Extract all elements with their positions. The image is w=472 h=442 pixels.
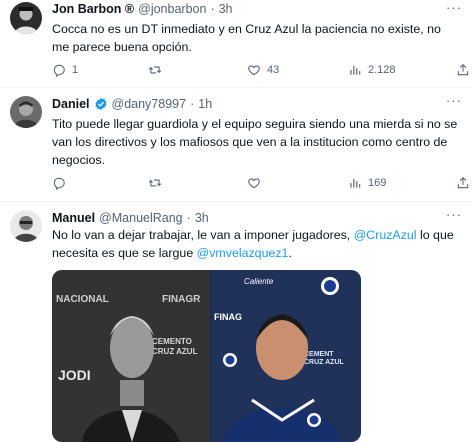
tweet[interactable]: Manuel @ManuelRang · 3h ··· No lo van a … — [0, 202, 472, 442]
views-count: 2.128 — [368, 64, 396, 76]
timestamp[interactable]: 3h — [195, 211, 209, 225]
avatar[interactable] — [10, 210, 42, 242]
avatar[interactable] — [10, 96, 42, 128]
timestamp[interactable]: 3h — [219, 2, 233, 16]
share-icon — [457, 64, 469, 76]
media-sponsor-text: JODI — [58, 367, 91, 383]
tweet[interactable]: Jon Barbon ® @jonbarbon · 3h ··· Cocca n… — [0, 0, 472, 88]
tweet-text: Cocca no es un DT inmediato y en Cruz Az… — [52, 22, 441, 54]
author-name[interactable]: Daniel — [52, 97, 90, 111]
media-sponsor-text: CEMENT — [304, 351, 334, 358]
share-icon — [457, 177, 469, 189]
media-sponsor-text: Caliente — [244, 277, 274, 286]
reply-button[interactable] — [52, 176, 72, 190]
like-icon — [248, 65, 260, 76]
views-icon — [350, 178, 361, 188]
tweet-actions: 169 — [52, 174, 469, 192]
author-handle[interactable]: @ManuelRang — [99, 211, 183, 225]
views-button[interactable]: 2.128 — [348, 63, 396, 77]
media-sponsor-text: CRUZ AZUL — [152, 347, 198, 356]
reply-icon — [53, 64, 65, 77]
media-photo: NACIONAL FINAGR CEMENTO CRUZ AZUL JODI C… — [52, 270, 361, 442]
tweet-actions: 1 43 2.128 — [52, 61, 469, 79]
share-button[interactable] — [456, 176, 470, 190]
tweet-text-segment: . — [288, 246, 292, 260]
tweet-text-segment: No lo van a dejar trabajar, le van a imp… — [52, 228, 354, 242]
like-icon — [248, 178, 260, 189]
views-icon — [350, 65, 361, 75]
more-options-icon[interactable]: ··· — [446, 1, 462, 19]
media-sponsor-text: FINAGR — [162, 294, 201, 305]
media-sponsor-text: FINAG — [214, 312, 242, 322]
retweet-icon — [148, 66, 162, 74]
author-name[interactable]: Manuel — [52, 211, 95, 225]
avatar[interactable] — [10, 2, 42, 34]
verified-badge-icon — [94, 97, 107, 111]
separator-dot: · — [210, 2, 215, 16]
share-button[interactable] — [456, 63, 470, 77]
views-count: 169 — [368, 177, 387, 189]
author-handle[interactable]: @dany78997 — [112, 97, 187, 111]
like-count: 43 — [267, 64, 280, 76]
views-button[interactable]: 169 — [348, 176, 386, 190]
tweet-media-image[interactable]: NACIONAL FINAGR CEMENTO CRUZ AZUL JODI C… — [52, 270, 361, 442]
separator-dot: · — [186, 211, 191, 225]
reply-button[interactable]: 1 — [52, 63, 78, 77]
retweet-button[interactable] — [148, 176, 168, 190]
author-name[interactable]: Jon Barbon ® — [52, 2, 134, 16]
timestamp[interactable]: 1h — [198, 97, 212, 111]
tweet[interactable]: Daniel @dany78997 · 1h ··· Tito puede ll… — [0, 88, 472, 202]
tweet-text: Tito puede llegar guardiola y el equipo … — [52, 117, 458, 167]
retweet-button[interactable] — [148, 63, 168, 77]
separator-dot: · — [190, 97, 195, 111]
like-button[interactable]: 43 — [247, 63, 279, 77]
media-sponsor-text: NACIONAL — [56, 294, 109, 305]
more-options-icon[interactable]: ··· — [446, 94, 462, 112]
author-handle[interactable]: @jonbarbon — [138, 2, 206, 16]
like-button[interactable] — [247, 176, 267, 190]
media-sponsor-text: CRUZ AZUL — [304, 359, 345, 366]
retweet-icon — [148, 179, 162, 187]
reply-count: 1 — [72, 64, 79, 76]
media-sponsor-text: CEMENTO — [152, 337, 192, 346]
reply-icon — [53, 177, 65, 190]
mention-link[interactable]: @vmvelazquez1 — [197, 246, 289, 260]
more-options-icon[interactable]: ··· — [446, 208, 462, 226]
tweet-text: No lo van a dejar trabajar, le van a imp… — [52, 226, 460, 262]
mention-link[interactable]: @CruzAzul — [354, 228, 417, 242]
